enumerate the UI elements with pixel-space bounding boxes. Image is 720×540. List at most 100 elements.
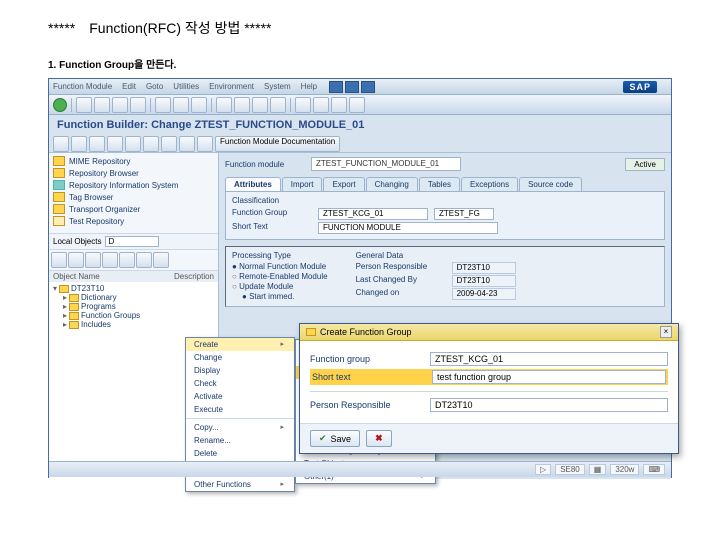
radio-remote-fm[interactable]: Remote-Enabled Module [232,272,328,281]
ctx-delete[interactable]: Delete [186,447,294,460]
tree-programs[interactable]: ▸Programs [51,302,216,311]
nav-set-icon[interactable] [153,252,169,268]
attributes-panel: Classification Function Group ZTEST_KCG_… [225,192,665,240]
gen-lastchg-label: Last Changed By [356,275,446,287]
dialog-title: Create Function Group [320,327,412,337]
help-icon[interactable] [331,97,347,113]
repo-test[interactable]: Test Repository [51,215,216,227]
execute-icon[interactable] [125,136,141,152]
minimize-icon[interactable] [329,81,343,93]
nav-display-icon[interactable] [119,252,135,268]
repo-mime[interactable]: MIME Repository [51,155,216,167]
status-seg-5: ⌨ [643,464,665,475]
nav-refresh-icon[interactable] [102,252,118,268]
ctx-activate[interactable]: Activate [186,390,294,403]
menu-help[interactable]: Help [301,82,317,91]
prev-page-icon[interactable] [234,97,250,113]
dialog-cancel-button[interactable]: ✖ [366,430,392,447]
status-bar: ▷ SE80 ▦ 320w ⌨ [49,461,671,477]
first-page-icon[interactable] [216,97,232,113]
repo-tag-browser[interactable]: Tag Browser [51,191,216,203]
check-icon[interactable] [89,136,105,152]
back-icon[interactable] [94,97,110,113]
tree-function-groups[interactable]: ▸Function Groups [51,311,216,320]
ctx-copy[interactable]: Copy... [186,421,294,434]
sap-gui-window: Function Module Edit Goto Utilities Envi… [48,78,672,478]
dialog-close-icon[interactable]: × [660,326,672,338]
radio-update-fm[interactable]: Update Module [232,282,328,291]
nav-up-icon[interactable] [85,252,101,268]
save-icon[interactable] [76,97,92,113]
activate-icon[interactable] [107,136,123,152]
enter-icon[interactable] [53,98,67,112]
tab-changing[interactable]: Changing [366,177,418,191]
find-icon[interactable] [173,97,189,113]
dlg-person-input[interactable]: DT23T10 [430,398,668,412]
nav-forward-icon[interactable] [68,252,84,268]
new-session-icon[interactable] [295,97,311,113]
nav-back-icon[interactable] [51,252,67,268]
repo-info-system[interactable]: Repository Information System [51,179,216,191]
last-page-icon[interactable] [270,97,286,113]
tab-attributes[interactable]: Attributes [225,177,281,191]
find-next-icon[interactable] [191,97,207,113]
ctx-change[interactable]: Change [186,351,294,364]
next-page-icon[interactable] [252,97,268,113]
shortcut-icon[interactable] [313,97,329,113]
repo-browser[interactable]: Repository Browser [51,167,216,179]
gen-person-label: Person Responsible [356,262,446,274]
tab-tables[interactable]: Tables [419,177,460,191]
cancel-icon[interactable] [130,97,146,113]
ctx-check[interactable]: Check [186,377,294,390]
pattern-icon[interactable] [179,136,195,152]
fm-label: Function module [225,160,305,169]
tree-root[interactable]: ▾DT23T10 [51,284,216,293]
ctx-rename[interactable]: Rename... [186,434,294,447]
gen-chgon-label: Changed on [356,288,446,300]
menu-edit[interactable]: Edit [122,82,136,91]
menu-environment[interactable]: Environment [209,82,254,91]
dlg-st-input[interactable]: test function group [432,370,666,384]
shorttext-field[interactable]: FUNCTION MODULE [318,222,498,234]
close-window-icon[interactable] [361,81,375,93]
menu-utilities[interactable]: Utilities [173,82,199,91]
tab-source[interactable]: Source code [519,177,582,191]
tree-header: Object NameDescription [49,271,218,282]
dialog-save-button[interactable]: Save [310,430,360,447]
maximize-icon[interactable] [345,81,359,93]
folder-icon [59,285,69,293]
fm-name-field[interactable]: ZTEST_FUNCTION_MODULE_01 [311,157,461,171]
ctx-display[interactable]: Display [186,364,294,377]
print-icon[interactable] [155,97,171,113]
pretty-printer-icon[interactable] [197,136,213,152]
radio-start-immed[interactable]: Start immed. [242,292,328,301]
fg-field[interactable]: ZTEST_KCG_01 [318,208,428,220]
tab-export[interactable]: Export [323,177,364,191]
display-list-icon[interactable] [161,136,177,152]
disp-change-icon[interactable] [53,136,69,152]
truck-icon [53,204,65,214]
local-objects-input[interactable] [105,236,159,247]
repo-transport[interactable]: Transport Organizer [51,203,216,215]
tab-exceptions[interactable]: Exceptions [461,177,518,191]
tree-includes[interactable]: ▸Includes [51,320,216,329]
menu-goto[interactable]: Goto [146,82,163,91]
ctx-other-functions[interactable]: Other Functions [186,478,294,491]
menu-function-module[interactable]: Function Module [53,82,112,91]
nav-favorites-icon[interactable] [136,252,152,268]
ctx-execute[interactable]: Execute [186,403,294,416]
fm-doc-icon[interactable]: Function Module Documentation [215,136,340,152]
dialog-folder-icon [306,328,316,336]
dlg-person-label: Person Responsible [310,400,420,410]
layout-icon[interactable] [349,97,365,113]
ctx-create[interactable]: Create [186,338,294,351]
builder-title: Function Builder: Change ZTEST_FUNCTION_… [49,115,671,135]
tab-import[interactable]: Import [282,177,323,191]
radio-normal-fm[interactable]: Normal Function Module [232,262,328,271]
exit-icon[interactable] [112,97,128,113]
menu-system[interactable]: System [264,82,291,91]
other-object-icon[interactable] [71,136,87,152]
tree-dictionary[interactable]: ▸Dictionary [51,293,216,302]
where-used-icon[interactable] [143,136,159,152]
dlg-fg-input[interactable]: ZTEST_KCG_01 [430,352,668,366]
